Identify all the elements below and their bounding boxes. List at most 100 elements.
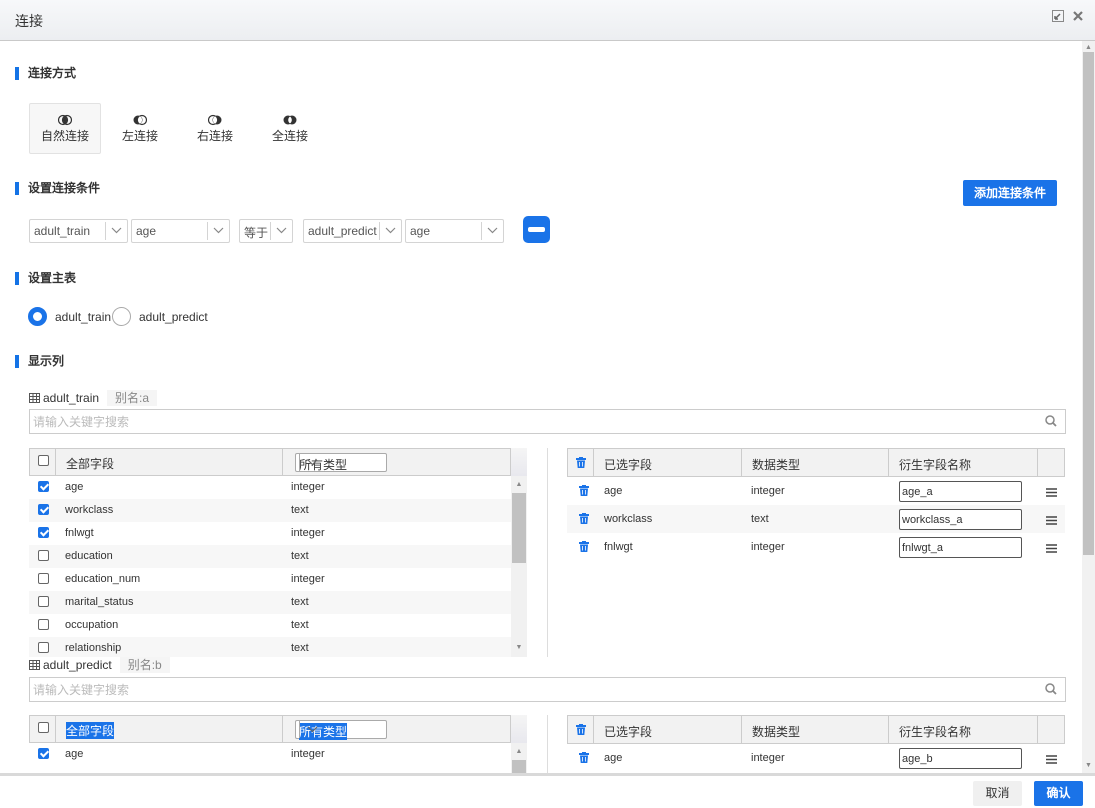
field-row[interactable]: workclass text bbox=[29, 499, 511, 522]
field-row[interactable]: age integer bbox=[29, 476, 511, 499]
right-table-select[interactable]: adult_predict bbox=[303, 219, 402, 243]
close-icon[interactable] bbox=[1071, 10, 1085, 24]
fields-scrollbar[interactable]: ▲ ▼ bbox=[511, 476, 527, 657]
field-checkbox[interactable] bbox=[38, 550, 49, 561]
table-alias: 别名:b bbox=[119, 657, 170, 673]
panel-divider bbox=[547, 715, 548, 773]
field-row[interactable]: relationship text bbox=[29, 637, 511, 657]
scrollbar-thumb[interactable] bbox=[1083, 52, 1094, 555]
select-all-checkbox[interactable] bbox=[38, 455, 49, 466]
field-checkbox[interactable] bbox=[38, 596, 49, 607]
table-alias: 别名:a bbox=[107, 390, 158, 406]
search-icon[interactable] bbox=[1045, 415, 1057, 427]
delete-all-icon[interactable] bbox=[576, 724, 586, 735]
field-search-input[interactable] bbox=[33, 682, 1023, 698]
field-checkbox[interactable] bbox=[38, 619, 49, 630]
drag-handle-icon[interactable] bbox=[1046, 514, 1057, 528]
main-table-radio-adult-train[interactable]: adult_train bbox=[28, 307, 112, 327]
field-name: occupation bbox=[65, 619, 119, 631]
field-type: text bbox=[291, 550, 309, 562]
type-filter-select[interactable]: 所有类型 bbox=[295, 453, 387, 472]
field-search-box bbox=[29, 677, 1066, 702]
field-checkbox[interactable] bbox=[38, 504, 49, 515]
cancel-button[interactable]: 取消 bbox=[973, 781, 1022, 806]
field-checkbox[interactable] bbox=[38, 481, 49, 492]
chevron-down-icon bbox=[270, 222, 292, 240]
scroll-down-arrow[interactable]: ▼ bbox=[1082, 761, 1095, 771]
table-caption-adult-predict: adult_predict 别名:b bbox=[29, 657, 170, 673]
join-option-inner[interactable]: 自然连接 bbox=[29, 103, 101, 154]
radio-label: adult_train bbox=[55, 310, 112, 324]
right-field-select[interactable]: age bbox=[405, 219, 504, 243]
drag-handle-icon[interactable] bbox=[1046, 753, 1057, 767]
add-condition-button[interactable]: 添加连接条件 bbox=[963, 180, 1057, 206]
field-row[interactable]: age integer bbox=[29, 743, 511, 766]
field-search-input[interactable] bbox=[33, 414, 1023, 430]
derived-name-input[interactable] bbox=[899, 509, 1022, 530]
radio-label: adult_predict bbox=[139, 310, 208, 324]
field-checkbox[interactable] bbox=[38, 527, 49, 538]
selected-field-row: age integer bbox=[567, 744, 1065, 772]
dialog-titlebar: 连接 bbox=[0, 0, 1095, 41]
field-row[interactable]: occupation text bbox=[29, 614, 511, 637]
field-checkbox[interactable] bbox=[38, 573, 49, 584]
dialog-title: 连接 bbox=[15, 13, 43, 29]
left-table-value: adult_train bbox=[34, 224, 91, 238]
scrollbar-thumb[interactable] bbox=[512, 493, 526, 563]
field-row[interactable]: fnlwgt integer bbox=[29, 522, 511, 545]
field-checkbox[interactable] bbox=[38, 642, 49, 653]
derived-name-input[interactable] bbox=[899, 481, 1022, 502]
table-name: adult_predict bbox=[43, 658, 112, 672]
field-checkbox[interactable] bbox=[38, 748, 49, 759]
restore-window-icon[interactable] bbox=[1051, 10, 1065, 24]
dialog-footer: 取消 确认 bbox=[0, 773, 1095, 808]
dialog-scrollbar[interactable]: ▲ ▼ bbox=[1082, 41, 1095, 773]
full-join-icon bbox=[283, 115, 297, 125]
scroll-up-arrow[interactable]: ▲ bbox=[511, 747, 527, 757]
fields-scrollbar[interactable]: ▲ bbox=[511, 743, 527, 773]
selected-field-row: age integer bbox=[567, 477, 1065, 505]
derived-name-input[interactable] bbox=[899, 537, 1022, 558]
join-option-right[interactable]: 右连接 bbox=[179, 103, 251, 154]
operator-select[interactable]: 等于 bbox=[239, 219, 293, 243]
operator-value: 等于 bbox=[244, 226, 269, 240]
join-option-full[interactable]: 全连接 bbox=[254, 103, 326, 154]
search-icon[interactable] bbox=[1045, 683, 1057, 695]
selected-field-type: integer bbox=[751, 541, 785, 553]
scroll-down-arrow[interactable]: ▼ bbox=[511, 643, 527, 653]
selected-fields-label: 已选字段 bbox=[604, 725, 653, 739]
delete-all-icon[interactable] bbox=[576, 457, 586, 468]
left-table-select[interactable]: adult_train bbox=[29, 219, 128, 243]
field-row[interactable]: education text bbox=[29, 545, 511, 568]
remove-condition-button[interactable] bbox=[523, 216, 550, 243]
header-scroll-spacer bbox=[511, 715, 527, 743]
chevron-down-icon bbox=[481, 222, 503, 240]
type-filter-select[interactable]: 所有类型 bbox=[295, 720, 387, 740]
main-table-radio-adult-predict[interactable]: adult_predict bbox=[112, 307, 212, 327]
table-grid-icon bbox=[29, 660, 40, 670]
field-type: text bbox=[291, 504, 309, 516]
delete-field-icon[interactable] bbox=[579, 513, 589, 527]
select-all-checkbox[interactable] bbox=[38, 722, 49, 733]
drag-handle-icon[interactable] bbox=[1046, 542, 1057, 556]
section-join-conditions: 设置连接条件 bbox=[15, 181, 100, 195]
scrollbar-thumb[interactable] bbox=[512, 760, 526, 773]
left-field-select[interactable]: age bbox=[131, 219, 230, 243]
field-name: education bbox=[65, 550, 113, 562]
scroll-up-arrow[interactable]: ▲ bbox=[511, 480, 527, 490]
delete-field-icon[interactable] bbox=[579, 752, 589, 766]
selected-field-type: text bbox=[751, 513, 769, 525]
header-scroll-spacer bbox=[511, 448, 527, 476]
derived-name-label: 衍生字段名称 bbox=[899, 458, 972, 472]
drag-handle-icon[interactable] bbox=[1046, 486, 1057, 500]
field-row[interactable]: education_num integer bbox=[29, 568, 511, 591]
derived-name-input[interactable] bbox=[899, 748, 1022, 769]
field-row[interactable]: marital_status text bbox=[29, 591, 511, 614]
join-option-left[interactable]: 左连接 bbox=[104, 103, 176, 154]
field-name: age bbox=[65, 748, 84, 760]
field-type: text bbox=[291, 619, 309, 631]
all-fields-label: 全部字段 bbox=[66, 457, 115, 471]
delete-field-icon[interactable] bbox=[579, 541, 589, 555]
confirm-button[interactable]: 确认 bbox=[1034, 781, 1083, 806]
delete-field-icon[interactable] bbox=[579, 485, 589, 499]
